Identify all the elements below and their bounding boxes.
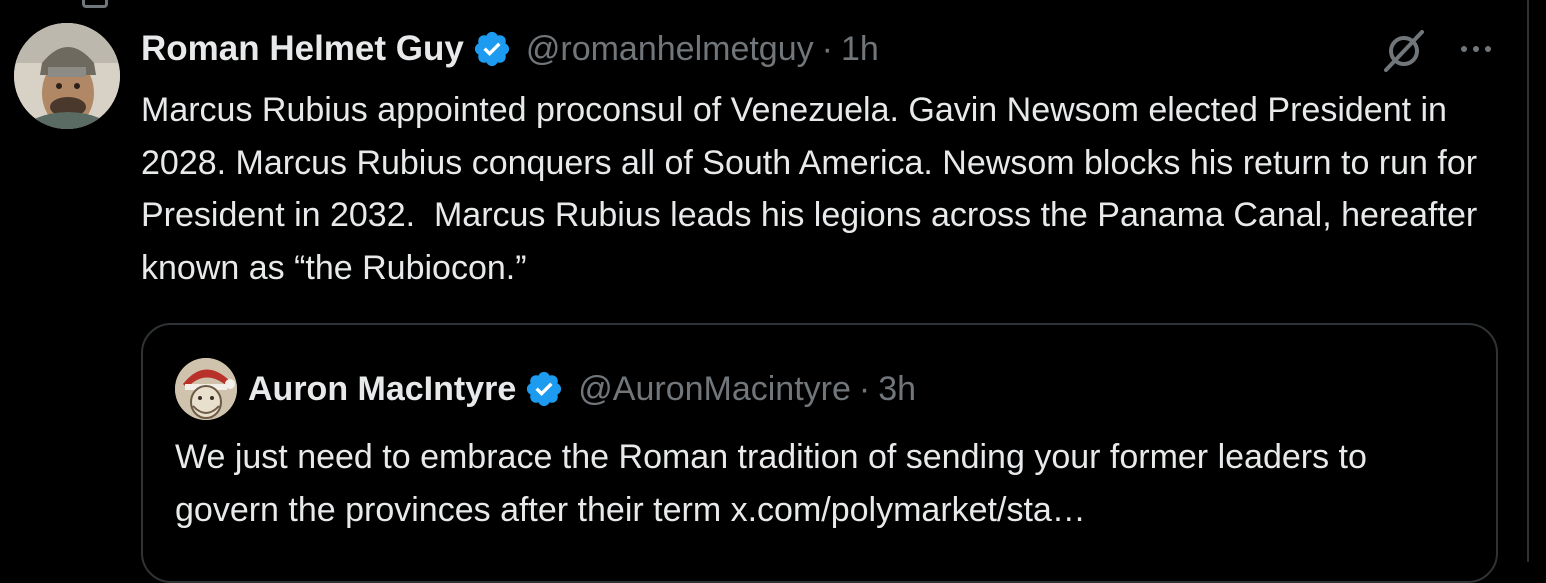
quoted-tweet-card[interactable]: Auron MacIntyre @AuronMacintyre · 3h We … (141, 323, 1498, 583)
quoted-author-handle[interactable]: @AuronMacintyre (578, 370, 851, 409)
verified-badge-icon[interactable] (524, 369, 564, 409)
quoted-tweet-text: We just need to embrace the Roman tradit… (175, 438, 1367, 529)
quoted-avatar[interactable] (175, 358, 237, 420)
avatar[interactable] (14, 23, 120, 129)
tweet-text: Marcus Rubius appointed proconsul of Ven… (141, 91, 1487, 287)
quoted-tweet-timestamp[interactable]: 3h (878, 370, 916, 409)
more-dot (1461, 46, 1467, 52)
quoted-tweet-header: Auron MacIntyre @AuronMacintyre · 3h (248, 367, 916, 411)
separator-dot: · (858, 369, 871, 408)
quoted-author-display-name[interactable]: Auron MacIntyre (248, 370, 516, 409)
timeline-border (1527, 0, 1529, 562)
more-dot (1473, 46, 1479, 52)
more-options-icon[interactable] (1452, 34, 1500, 64)
grok-icon[interactable] (1380, 26, 1428, 74)
separator-dot: · (821, 29, 833, 68)
tweet-header: Roman Helmet Guy @romanhelmetguy · 1h (141, 26, 879, 72)
author-display-name[interactable]: Roman Helmet Guy (141, 29, 464, 69)
quoted-avatar-image (175, 358, 237, 420)
author-handle[interactable]: @romanhelmetguy (526, 30, 814, 69)
repost-icon (82, 0, 108, 8)
avatar-image (14, 23, 120, 129)
verified-badge-icon[interactable] (472, 29, 512, 69)
repost-context (82, 0, 108, 8)
tweet-timestamp[interactable]: 1h (841, 30, 879, 69)
more-dot (1485, 46, 1491, 52)
